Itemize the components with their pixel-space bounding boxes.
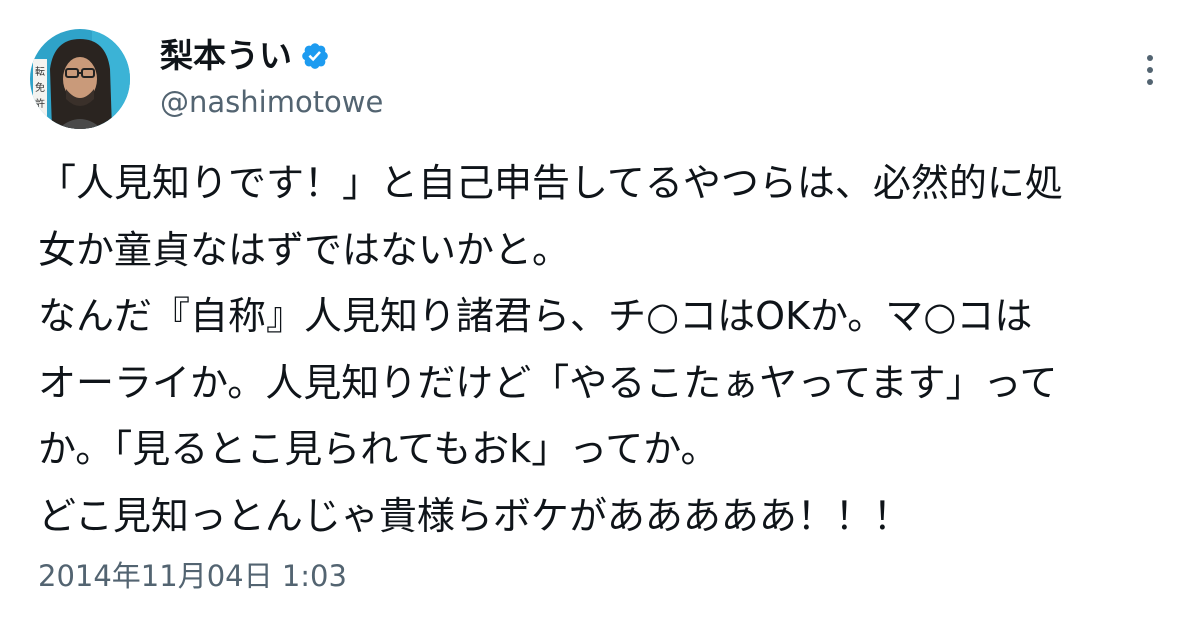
svg-text:転: 転 [35, 66, 45, 78]
tweet-text-line: どこ見知っとんじゃ貴様らボケがあああああ！！！ [38, 493, 911, 538]
svg-text:許: 許 [35, 97, 45, 110]
tweet-text-line: オーライか。人見知りだけど「やるこたぁヤってます」って [38, 360, 1058, 405]
tweet-card: 転 免 許 梨本うい @nashimotowe 「人見知りです！」と自己申告して… [0, 0, 1200, 617]
tweet-timestamp[interactable]: 2014年11月04日 1:03 [38, 556, 347, 596]
author-name-row: 梨本うい [160, 34, 330, 78]
tweet-text-line: 「人見知りです！」と自己申告してるやつらは、必然的に処 [38, 161, 1063, 205]
more-options-button[interactable] [1130, 50, 1170, 90]
tweet-text-line: か。「見るとこ見られてもおk」ってか。 [38, 427, 719, 471]
more-vertical-icon [1147, 55, 1153, 85]
tweet-text: 「人見知りです！」と自己申告してるやつらは、必然的に処 女か童貞なはずではないか… [38, 150, 1178, 549]
verified-badge-icon[interactable] [300, 41, 330, 71]
author-handle[interactable]: @nashimotowe [160, 82, 383, 122]
tweet-text-line: 女か童貞なはずではないかと。 [38, 227, 571, 272]
author-display-name[interactable]: 梨本うい [160, 34, 292, 78]
svg-text:免: 免 [35, 81, 45, 94]
user-avatar-icon: 転 免 許 [30, 29, 130, 129]
avatar[interactable]: 転 免 許 [30, 29, 130, 129]
tweet-text-line: なんだ『自称』人見知り諸君ら、チ○コはOKか。マ○コは [38, 294, 1033, 338]
